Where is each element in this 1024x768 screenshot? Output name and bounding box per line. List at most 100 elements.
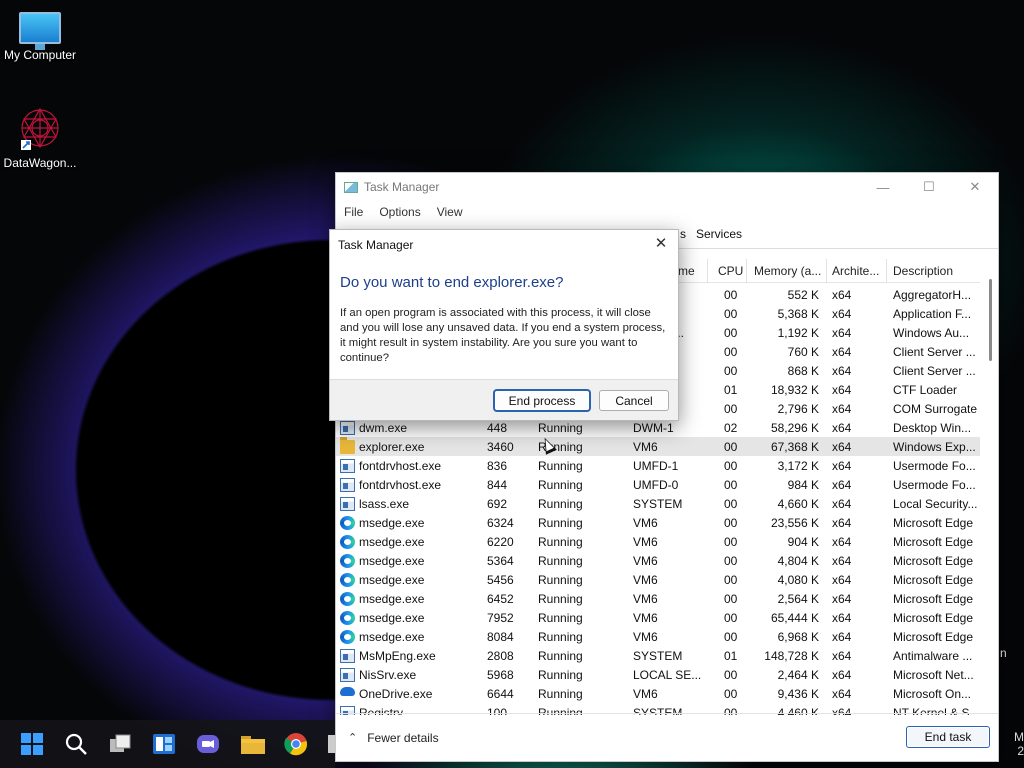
column-header-architecture[interactable]: Archite... (832, 264, 879, 278)
table-row[interactable]: msedge.exe 5364 Running VM6 00 4,804 K x64 Micr… (336, 551, 980, 570)
cell-pid: 6644 (487, 687, 514, 701)
fewer-details-link[interactable]: ⌃ Fewer details (348, 731, 439, 745)
cell-process-name: fontdrvhost.exe (359, 459, 442, 473)
maximize-button[interactable]: ☐ (906, 173, 952, 201)
tab-details-fragment[interactable]: s (680, 227, 686, 241)
table-row[interactable]: msedge.exe 6452 Running VM6 00 2,564 K x64 Micr… (336, 589, 980, 608)
table-row[interactable]: msedge.exe 8084 Running VM6 00 6,968 K x64 Micr… (336, 627, 980, 646)
menu-file[interactable]: File (344, 205, 363, 219)
table-row[interactable]: MsMpEng.exe 2808 Running SYSTEM 01 148,728 K x… (336, 646, 980, 665)
table-row[interactable]: explorer.exe 3460 Running VM6 00 67,368 Kx64 W… (336, 437, 980, 456)
dialog-close-button[interactable]: ✕ (652, 234, 670, 252)
cell-cpu: 00 (724, 516, 738, 530)
cell-pid: 6220 (487, 535, 514, 549)
start-icon[interactable] (20, 732, 44, 756)
cell-description: Usermode Fo... (893, 478, 976, 492)
cell-user: VM6 (633, 630, 658, 644)
widgets-icon[interactable] (152, 732, 176, 756)
table-row[interactable]: OneDrive.exe 6644 Running VM6 00 9,436 K x64 Mi… (336, 684, 980, 703)
cell-cpu: 00 (724, 611, 738, 625)
table-row[interactable]: msedge.exe 7952 Running VM6 00 65,444 K x64 Mic… (336, 608, 980, 627)
cell-architecture: x64 (832, 345, 852, 359)
task-manager-taskbar-icon[interactable] (326, 732, 335, 756)
cell-process-name: fontdrvhost.exe (359, 478, 442, 492)
menu-view[interactable]: View (437, 205, 463, 219)
minimize-button[interactable]: — (860, 173, 906, 201)
cell-description: Windows Exp... (893, 440, 976, 454)
cell-process-name: msedge.exe (359, 516, 425, 530)
edge-icon (340, 554, 355, 568)
cell-process-name: msedge.exe (359, 592, 425, 606)
edge-icon (340, 592, 355, 606)
edge-icon (340, 630, 355, 644)
cell-process-name: OneDrive.exe (359, 687, 433, 701)
column-header-memory[interactable]: Memory (a... (754, 264, 821, 278)
dialog-heading: Do you want to end explorer.exe? (340, 274, 564, 291)
cell-status: Running (538, 535, 583, 549)
table-row[interactable]: msedge.exe 6324 Running VM6 00 23,556 K x64 Mic… (336, 513, 980, 532)
end-task-button[interactable]: End task (906, 726, 990, 748)
cell-user: SYSTEM (633, 497, 683, 511)
cell-architecture: x64 (832, 554, 852, 568)
cell-process-name: lsass.exe (359, 497, 410, 511)
cell-user: VM6 (633, 573, 658, 587)
cell-memory: 18,932 K (770, 383, 819, 397)
cell-process-name: dwm.exe (359, 421, 408, 435)
cell-cpu: 00 (724, 345, 738, 359)
cell-status: Running (538, 649, 583, 663)
chrome-icon[interactable] (284, 732, 308, 756)
window-icon (340, 459, 355, 473)
cell-description: Windows Au... (893, 326, 970, 340)
window-icon (340, 421, 355, 435)
cell-process-name: NisSrv.exe (359, 668, 417, 682)
cell-memory: 4,080 K (777, 573, 819, 587)
cell-cpu: 00 (724, 592, 738, 606)
cell-user: VM6 (633, 535, 658, 549)
cell-cpu: 00 (724, 402, 738, 416)
cell-cpu: 01 (724, 383, 738, 397)
cell-status: Running (538, 459, 583, 473)
cell-description: Microsoft Edge (893, 573, 974, 587)
desktop-icon-label: My Computer (3, 48, 77, 62)
task-view-icon[interactable] (108, 732, 132, 756)
chat-icon[interactable] (196, 732, 220, 756)
menu-options[interactable]: Options (379, 205, 420, 219)
cell-architecture: x64 (832, 307, 852, 321)
column-header-username[interactable]: me (678, 264, 695, 278)
cell-cpu: 00 (724, 687, 738, 701)
cell-architecture: x64 (832, 535, 852, 549)
tab-services[interactable]: Services (696, 227, 742, 241)
cell-description: CTF Loader (893, 383, 958, 397)
column-header-cpu[interactable]: CPU (718, 264, 743, 278)
menu-bar: File Options View (336, 201, 998, 223)
window-controls: — ☐ ✕ (860, 173, 998, 201)
cell-memory: 4,660 K (777, 497, 819, 511)
cell-cpu: 00 (724, 364, 738, 378)
end-process-button[interactable]: End process (494, 390, 590, 411)
cell-architecture: x64 (832, 364, 852, 378)
cell-cpu: 00 (724, 535, 738, 549)
search-icon[interactable] (64, 732, 88, 756)
table-row[interactable]: msedge.exe 5456 Running VM6 00 4,080 K x64 Micr… (336, 570, 980, 589)
end-process-dialog: Task Manager ✕ Do you want to end explor… (329, 229, 679, 421)
table-row[interactable]: fontdrvhost.exe 836 Running UMFD-1 00 3,172 K… (336, 456, 980, 475)
scrollbar-thumb[interactable] (989, 279, 992, 361)
cell-pid: 5456 (487, 573, 514, 587)
cell-process-name: MsMpEng.exe (359, 649, 436, 663)
desktop-icon-datawagon[interactable]: DataWagon... (0, 106, 80, 170)
cell-architecture: x64 (832, 478, 852, 492)
table-row[interactable]: fontdrvhost.exe 844 Running UMFD-0 00 984 K x6… (336, 475, 980, 494)
cell-memory: 67,368 K (770, 440, 819, 454)
cell-pid: 6452 (487, 592, 514, 606)
table-row[interactable]: NisSrv.exe 5968 Running LOCAL SE... 00 2,464 … (336, 665, 980, 684)
close-button[interactable]: ✕ (952, 173, 998, 201)
cancel-button[interactable]: Cancel (599, 390, 669, 411)
file-explorer-icon[interactable] (240, 732, 265, 756)
column-header-description[interactable]: Description (893, 264, 953, 278)
cell-status: Running (538, 478, 583, 492)
table-row[interactable]: lsass.exe 692 Running SYSTEM 00 4,660 K x64 Loc… (336, 494, 980, 513)
vertical-scrollbar[interactable] (980, 259, 998, 715)
table-row[interactable]: msedge.exe 6220 Running VM6 00 904 K x64 Micros… (336, 532, 980, 551)
window-icon (340, 668, 355, 682)
desktop-icon-my-computer[interactable]: My Computer (0, 12, 80, 62)
